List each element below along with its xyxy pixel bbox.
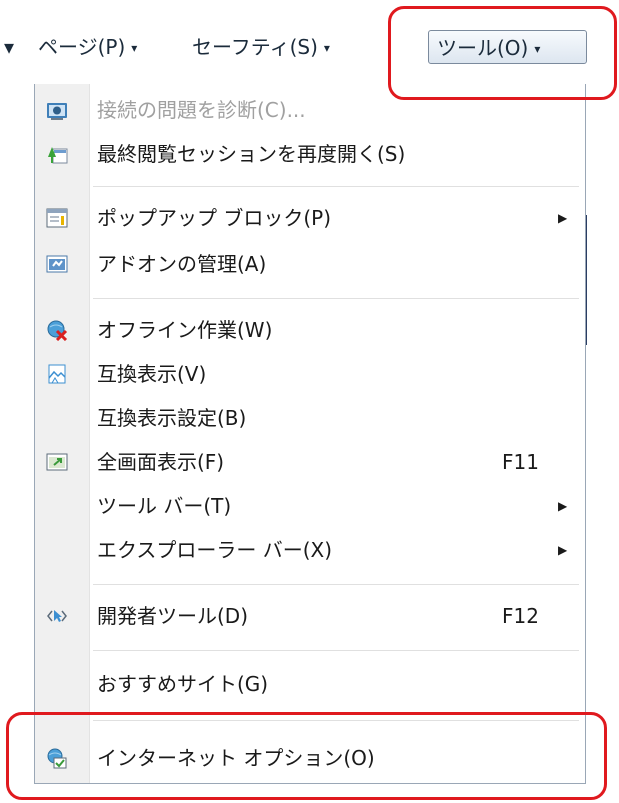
menu-item-reopen-session[interactable]: 最終閲覧セッションを再度開く(S) xyxy=(35,134,587,174)
menu-item-full-screen[interactable]: 全画面表示(F) F11 xyxy=(35,442,587,482)
chevron-down-icon: ▾ xyxy=(4,35,15,59)
shortcut-label: F12 xyxy=(502,604,539,628)
reopen-session-icon xyxy=(48,147,68,164)
chevron-down-icon: ▾ xyxy=(534,42,541,56)
menu-separator xyxy=(93,186,579,187)
menu-item-suggested-sites[interactable]: おすすめサイト(G) xyxy=(35,664,587,704)
menu-item-toolbars[interactable]: ツール バー(T) ▶ xyxy=(35,486,587,526)
page-menu-label: ページ(P) xyxy=(38,35,126,59)
menu-item-popup-blocker[interactable]: ポップアップ ブロック(P) ▶ xyxy=(35,198,587,238)
menu-separator xyxy=(93,720,579,721)
menu-item-manage-addons[interactable]: アドオンの管理(A) xyxy=(35,244,587,284)
menu-item-internet-options[interactable]: インターネット オプション(O) xyxy=(35,738,587,778)
devtools-icon xyxy=(47,610,67,622)
menu-separator xyxy=(93,650,579,651)
page-menu-button[interactable]: ページ(P) ▾ xyxy=(38,30,137,64)
submenu-arrow-icon: ▶ xyxy=(558,211,568,225)
popup-blocker-icon xyxy=(46,208,68,228)
command-bar: ▾ ページ(P) ▾ セーフティ(S) ▾ ツール(O) ▾ xyxy=(0,0,619,90)
menu-separator xyxy=(93,298,579,299)
internet-options-icon xyxy=(47,748,67,769)
menu-item-compatibility-view[interactable]: 互換表示(V) xyxy=(35,354,587,394)
menu-item-diagnose: 接続の問題を診断(C)... xyxy=(35,90,587,130)
safety-menu-label: セーフティ(S) xyxy=(192,35,318,59)
chevron-down-icon: ▾ xyxy=(131,41,138,55)
tools-menu-button[interactable]: ツール(O) ▾ xyxy=(428,30,587,64)
menu-item-work-offline[interactable]: オフライン作業(W) xyxy=(35,310,587,350)
menu-item-compatibility-settings[interactable]: 互換表示設定(B) xyxy=(35,398,587,438)
compat-view-icon xyxy=(48,364,66,384)
offline-icon xyxy=(47,320,68,341)
fullscreen-icon xyxy=(46,453,68,471)
menu-item-developer-tools[interactable]: 開発者ツール(D) F12 xyxy=(35,596,587,636)
tools-menu-label: ツール(O) xyxy=(437,36,529,60)
tools-dropdown-menu: 接続の問題を診断(C)... 最終閲覧セッションを再度開く(S) ポップアップ … xyxy=(34,84,586,784)
addons-icon xyxy=(46,255,68,273)
prev-dropdown-arrow[interactable]: ▾ xyxy=(4,30,14,64)
menu-separator xyxy=(93,584,579,585)
menu-item-explorer-bars[interactable]: エクスプローラー バー(X) ▶ xyxy=(35,530,587,570)
chevron-down-icon: ▾ xyxy=(323,41,330,55)
diagnose-icon xyxy=(47,103,67,120)
shortcut-label: F11 xyxy=(502,450,539,474)
submenu-arrow-icon: ▶ xyxy=(558,499,568,513)
submenu-arrow-icon: ▶ xyxy=(558,543,568,557)
safety-menu-button[interactable]: セーフティ(S) ▾ xyxy=(192,30,330,64)
